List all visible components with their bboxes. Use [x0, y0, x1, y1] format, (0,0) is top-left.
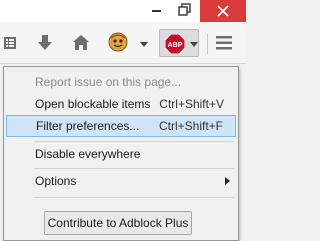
menu-item-filter-preferences[interactable]: Filter preferences... Ctrl+Shift+F: [6, 115, 236, 137]
menu-item-open-blockable-items[interactable]: Open blockable items Ctrl+Shift+V: [4, 93, 238, 115]
reading-list-icon[interactable]: [2, 35, 18, 51]
menu-item-label: Report issue on this page...: [35, 75, 182, 89]
chevron-down-icon[interactable]: [140, 42, 148, 47]
menu-item-label: Open blockable items: [35, 97, 151, 111]
menu-separator: [34, 197, 234, 198]
menu-item-shortcut: Ctrl+Shift+V: [159, 97, 224, 111]
avatar-icon[interactable]: [108, 32, 128, 52]
menu-item-label: Options: [35, 174, 77, 188]
menu-item-label: Filter preferences...: [36, 119, 140, 133]
menu-item-shortcut: Ctrl+Shift+F: [158, 119, 223, 133]
download-icon[interactable]: [37, 34, 53, 52]
hamburger-menu-icon[interactable]: [215, 35, 233, 51]
minimize-icon[interactable]: [152, 10, 161, 12]
adblock-plus-menu: Report issue on this page... Open blocka…: [3, 66, 239, 241]
abp-badge-text: ABP: [168, 42, 183, 49]
menu-separator: [34, 141, 234, 142]
menu-item-label: Disable everywhere: [35, 147, 141, 161]
menu-separator: [34, 168, 234, 169]
close-icon: [217, 5, 229, 17]
contribute-button[interactable]: Contribute to Adblock Plus: [44, 211, 192, 235]
adblock-plus-button[interactable]: ABP: [159, 29, 199, 57]
home-icon[interactable]: [72, 34, 90, 51]
menu-item-report-issue[interactable]: Report issue on this page...: [4, 71, 238, 93]
window-titlebar: [0, 0, 246, 22]
menu-item-disable-everywhere[interactable]: Disable everywhere: [4, 143, 238, 165]
chevron-down-icon: [190, 42, 198, 47]
restore-icon[interactable]: [178, 3, 192, 17]
window-close-button[interactable]: [200, 0, 246, 22]
abp-icon: ABP: [165, 34, 185, 54]
browser-toolbar: ABP: [0, 22, 246, 64]
chevron-right-icon: [225, 177, 230, 185]
menu-item-options[interactable]: Options: [4, 170, 238, 192]
toolbar-separator: [207, 34, 208, 54]
